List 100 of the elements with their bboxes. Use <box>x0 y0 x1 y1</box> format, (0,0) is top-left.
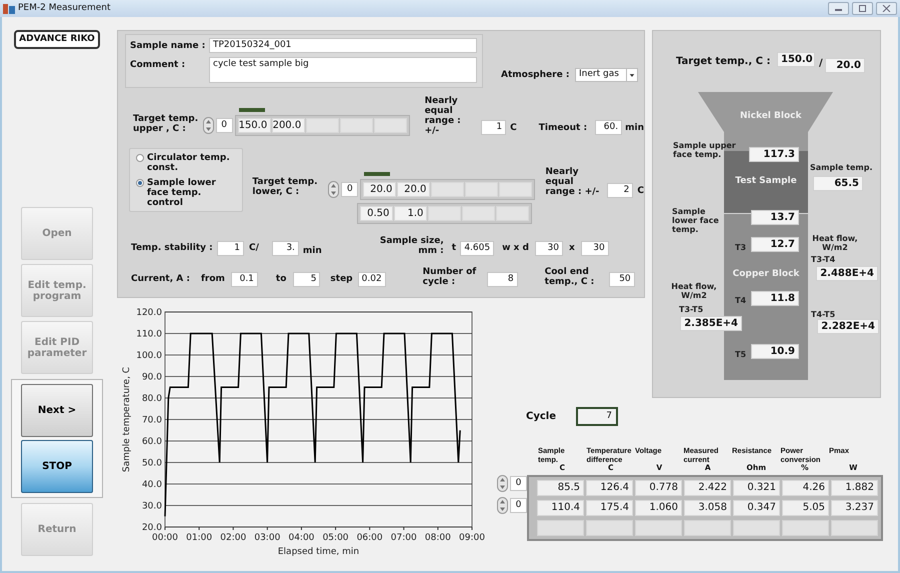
axis-tick-label: 08:00 <box>424 533 451 543</box>
block-label: Nickel Block <box>740 110 802 123</box>
table-cell: 175.4 <box>586 500 633 516</box>
axis-tick-label: 03:00 <box>254 533 280 543</box>
table-cell: 0.347 <box>733 500 780 516</box>
side-button[interactable]: STOP <box>21 440 93 493</box>
field-label: from <box>201 274 225 284</box>
field-label: / <box>819 59 823 69</box>
field-label: C/ <box>249 243 259 253</box>
axis-tick-label: 90.0 <box>142 372 162 382</box>
field-label: C <box>510 123 517 133</box>
logo-button[interactable]: ADVANCE RIKO <box>14 30 100 49</box>
axis-tick-label: 05:00 <box>322 533 349 543</box>
readout-field: 2.385E+4 <box>680 316 742 331</box>
index-field[interactable]: 0 <box>341 182 358 197</box>
empty-table-cell <box>635 520 682 536</box>
table-cell: 4.26 <box>782 480 829 496</box>
empty-table-cell <box>733 520 780 536</box>
value-field[interactable]: 5 <box>293 272 320 287</box>
array-cell[interactable]: 0.50 <box>360 206 394 221</box>
axis-tick-label: 01:00 <box>186 533 212 543</box>
value-field[interactable]: 1 <box>217 241 244 256</box>
radio-option[interactable]: Circulator temp. const. <box>136 152 236 172</box>
array-cell[interactable]: 200.0 <box>272 118 305 133</box>
value-field[interactable]: 60. <box>595 120 622 135</box>
axis-tick-label: 06:00 <box>356 533 383 543</box>
spinner-icon[interactable] <box>328 181 340 198</box>
value-field[interactable]: 3. <box>272 241 299 256</box>
spinner-icon[interactable] <box>497 497 508 514</box>
value-field[interactable]: 50 <box>608 272 635 287</box>
field-label: Temp. stability : <box>131 243 214 253</box>
spinner-icon[interactable] <box>497 475 508 492</box>
axis-tick-label: 04:00 <box>288 533 314 543</box>
close-button[interactable] <box>876 2 897 15</box>
axis-tick-label: 120.0 <box>136 308 162 318</box>
axis-tick-label: 70.0 <box>142 416 162 426</box>
axis-tick-label: 110.0 <box>136 330 162 340</box>
index-field[interactable]: 0 <box>510 498 527 513</box>
array-cell[interactable]: 20.0 <box>397 182 430 197</box>
field-label: x <box>568 243 575 253</box>
comment-field[interactable]: cycle test sample big <box>209 57 477 83</box>
radio-button[interactable] <box>136 178 144 186</box>
axis-tick-label: 60.0 <box>142 437 162 447</box>
reading-label: T4 <box>735 296 746 305</box>
value-field[interactable]: 1 <box>480 120 506 135</box>
field-label: Sample name : <box>130 40 206 50</box>
readout-field: 11.8 <box>751 291 799 306</box>
table-cell: 1.060 <box>635 500 682 516</box>
value-field[interactable]: 4.605 <box>460 241 494 256</box>
spinner-icon[interactable] <box>202 117 214 134</box>
field-label: Cool end temp., C : <box>544 267 596 287</box>
maximize-icon <box>858 5 867 12</box>
field-label: w x d <box>502 243 529 253</box>
index-field[interactable]: 0 <box>510 476 527 491</box>
minimize-button[interactable] <box>828 2 849 15</box>
value-field[interactable]: 30 <box>534 241 563 256</box>
table-cell: 126.4 <box>586 480 633 496</box>
value-field[interactable]: 8 <box>486 272 518 287</box>
table-cell: 85.5 <box>537 480 584 496</box>
cycle-indicator: 7 <box>576 407 618 426</box>
readout-field: 2.488E+4 <box>816 266 878 281</box>
field-label: Nearly equal range : +/- <box>545 167 600 197</box>
empty-table-cell <box>684 520 731 536</box>
value-field[interactable]: 0.1 <box>230 272 258 287</box>
maximize-button[interactable] <box>852 2 873 15</box>
reading-label: T3-T4 <box>811 255 836 264</box>
table-cell: 2.422 <box>684 480 731 496</box>
value-field[interactable]: 30 <box>580 241 609 256</box>
empty-table-cell <box>782 520 829 536</box>
field-label: step <box>330 274 353 284</box>
table-cell: 110.4 <box>537 500 584 516</box>
sample-name-field[interactable]: TP20150324_001 <box>209 38 477 53</box>
array-cell[interactable]: 20.0 <box>363 182 396 197</box>
radio-option[interactable]: Sample lower face temp. control <box>136 178 236 208</box>
readout-field: 2.282E+4 <box>817 319 879 334</box>
field-label: Nearly equal range : +/- <box>424 96 462 136</box>
axis-tick-label: 00:00 <box>152 533 178 543</box>
array-cell[interactable]: 150.0 <box>238 118 271 133</box>
table-cell: 1.882 <box>831 480 878 496</box>
readout-field: 20.0 <box>825 58 865 73</box>
field-label: Number of cycle : <box>422 267 478 287</box>
field-label: Target temp. lower, C : <box>252 177 319 197</box>
scroll-indicator <box>238 108 265 112</box>
y-axis-title: Sample temperature, C <box>122 366 132 472</box>
radio-button[interactable] <box>136 154 144 162</box>
field-label: Cycle <box>526 412 557 422</box>
axis-tick-label: 02:00 <box>220 533 246 543</box>
readout-field: 65.5 <box>813 176 863 191</box>
side-button[interactable]: Next > <box>21 384 93 437</box>
atmosphere-dropdown[interactable]: Inert gas <box>575 68 638 82</box>
value-field[interactable]: 2 <box>607 183 634 198</box>
field-label: C <box>637 186 644 196</box>
field-label: Sample size, mm : <box>378 236 444 256</box>
value-field[interactable]: 0.02 <box>358 272 386 287</box>
index-field[interactable]: 0 <box>216 118 233 133</box>
array-cell[interactable]: 1.0 <box>394 206 428 221</box>
axis-tick-label: 07:00 <box>390 533 417 543</box>
reading-label: Sample temp. <box>810 163 873 172</box>
reading-label: Sample upper face temp. <box>673 141 737 159</box>
field-label: t <box>452 243 456 253</box>
